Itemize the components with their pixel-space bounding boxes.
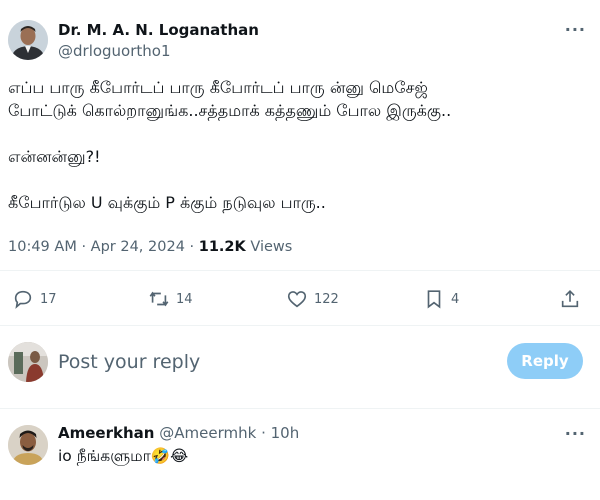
bookmark-button[interactable]: 4 [423, 287, 459, 311]
like-button[interactable]: 122 [286, 287, 339, 311]
reply-time[interactable]: 10h [271, 424, 300, 442]
repost-button[interactable]: 14 [148, 287, 193, 311]
reply-author-name[interactable]: Ameerkhan [58, 424, 154, 442]
tweet-text-line: போட்டுக் கொல்றானுங்க..சத்தமாக் கத்தணும் … [8, 101, 452, 120]
share-button[interactable] [559, 287, 581, 311]
like-icon [287, 291, 307, 308]
more-icon[interactable]: ··· [565, 20, 586, 39]
bookmark-icon [427, 290, 441, 309]
meta-separator: · [261, 424, 266, 442]
views-label: Views [250, 239, 293, 255]
author-name[interactable]: Dr. M. A. N. Loganathan [58, 21, 259, 39]
reply-author-avatar[interactable] [8, 425, 48, 465]
tweet-text: எப்ப பாரு கீபோர்டப் பாரு கீபோர்டப் பாரு … [8, 76, 592, 214]
meta-separator: · [81, 239, 87, 255]
reply-count: 17 [40, 291, 57, 307]
tweet-meta: 10:49 AM · Apr 24, 2024 · 11.2K Views [8, 239, 292, 255]
tweet-text-line: எப்ப பாரு கீபோர்டப் பாரு கீபோர்டப் பாரு … [8, 78, 428, 97]
reply-icon [14, 290, 32, 309]
action-bar: 17 14 122 4 [0, 271, 600, 325]
reply-submit-button[interactable]: Reply [507, 343, 583, 379]
repost-icon [149, 291, 169, 307]
reply-header: Ameerkhan @Ameermhk · 10h [58, 424, 299, 442]
reply-item[interactable]: Ameerkhan @Ameermhk · 10h ··· io நீங்களு… [0, 409, 600, 500]
author-avatar[interactable] [8, 20, 48, 60]
repost-count: 14 [176, 291, 193, 307]
reply-composer: Reply [0, 326, 600, 408]
bookmark-count: 4 [451, 291, 460, 307]
share-icon [561, 290, 579, 308]
reply-input[interactable] [58, 346, 478, 378]
views-count[interactable]: 11.2K [199, 239, 246, 255]
like-count: 122 [314, 291, 339, 307]
tweet-date[interactable]: Apr 24, 2024 [91, 239, 185, 255]
reply-text: io நீங்களுமா🤣😂 [58, 447, 189, 465]
more-icon[interactable]: ··· [565, 424, 586, 443]
reply-author-handle[interactable]: @Ameermhk [159, 424, 256, 442]
meta-separator: · [189, 239, 195, 255]
tweet-text-line: என்னன்னு?! [8, 147, 101, 166]
author-handle[interactable]: @drloguortho1 [58, 42, 171, 60]
reply-button[interactable]: 17 [12, 287, 57, 311]
tweet-text-line: கீபோர்டுல U வுக்கும் P க்கும் நடுவுல பார… [8, 193, 326, 212]
user-avatar[interactable] [8, 342, 48, 382]
tweet-time[interactable]: 10:49 AM [8, 239, 77, 255]
